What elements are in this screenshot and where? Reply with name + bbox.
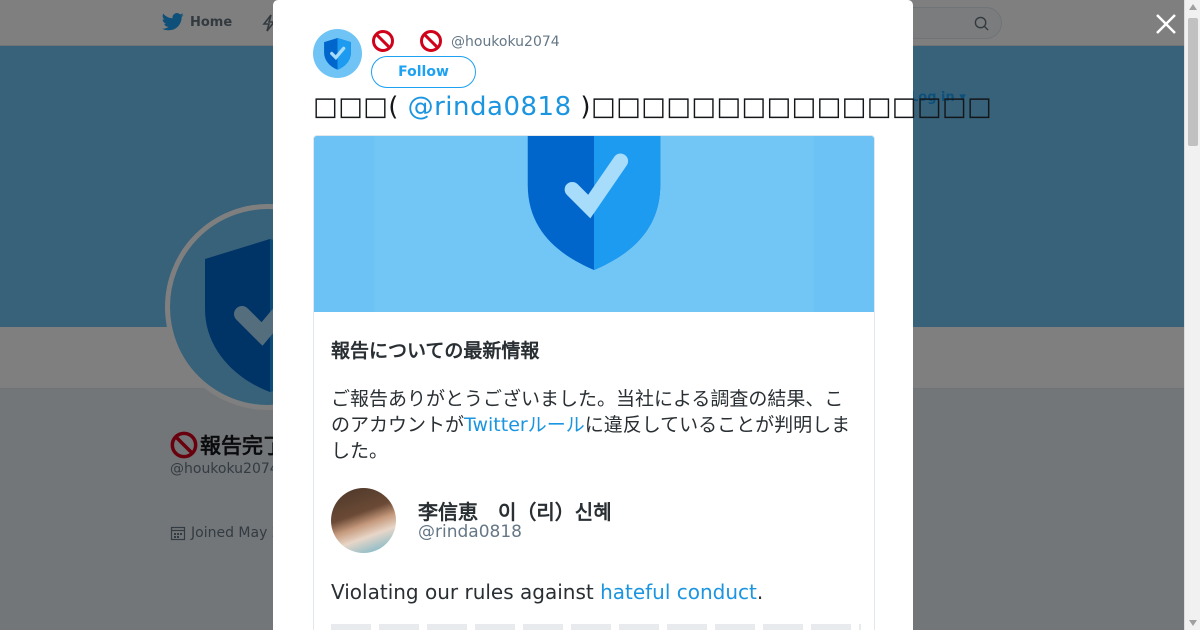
page-scrollbar[interactable] <box>1184 0 1200 630</box>
prohibit-icon <box>372 30 394 52</box>
scroll-up-icon[interactable] <box>1189 4 1197 10</box>
tweet-text: □□□( @rinda0818 )□□□□□□□□□□□□□□□□ <box>313 92 992 122</box>
card-body: ご報告ありがとうございました。当社による調査の結果、このアカウントがTwitte… <box>331 386 861 464</box>
violation-text: Violating our rules against hateful cond… <box>331 580 763 604</box>
scrollbar-thumb[interactable] <box>1188 18 1198 146</box>
faded-text-line <box>331 624 861 630</box>
tweet-photo-card[interactable]: 報告についての最新情報 ご報告ありがとうございました。当社による調査の結果、この… <box>313 135 875 630</box>
reported-user-handle: @rinda0818 <box>418 522 522 542</box>
tweet-mention-link[interactable]: @rinda0818 <box>408 92 572 122</box>
twitter-rules-link[interactable]: Twitterルール <box>464 414 585 436</box>
follow-button[interactable]: Follow <box>371 56 476 88</box>
shield-check-icon <box>324 38 351 70</box>
tweet-text-prefix: □□□( <box>313 92 399 122</box>
reported-user-name: 李信恵 이（리）신혜 <box>418 500 612 524</box>
tweet-modal: @houkoku2074 Follow □□□( @rinda0818 )□□□… <box>273 0 992 630</box>
violation-prefix: Violating our rules against <box>331 580 601 604</box>
shield-check-icon <box>527 136 661 270</box>
card-title: 報告についての最新情報 <box>331 340 540 362</box>
card-image <box>314 136 874 312</box>
tweet-author-handle[interactable]: @houkoku2074 <box>451 34 560 50</box>
tweet-author-avatar[interactable] <box>313 29 362 78</box>
hateful-conduct-link[interactable]: hateful conduct <box>600 580 757 604</box>
prohibit-icon <box>420 30 442 52</box>
violation-suffix: . <box>756 580 764 604</box>
tweet-text-suffix: )□□□□□□□□□□□□□□□□ <box>580 92 993 122</box>
reported-user-avatar <box>331 488 396 553</box>
close-icon[interactable] <box>1153 11 1179 37</box>
scroll-down-icon[interactable] <box>1189 620 1197 626</box>
